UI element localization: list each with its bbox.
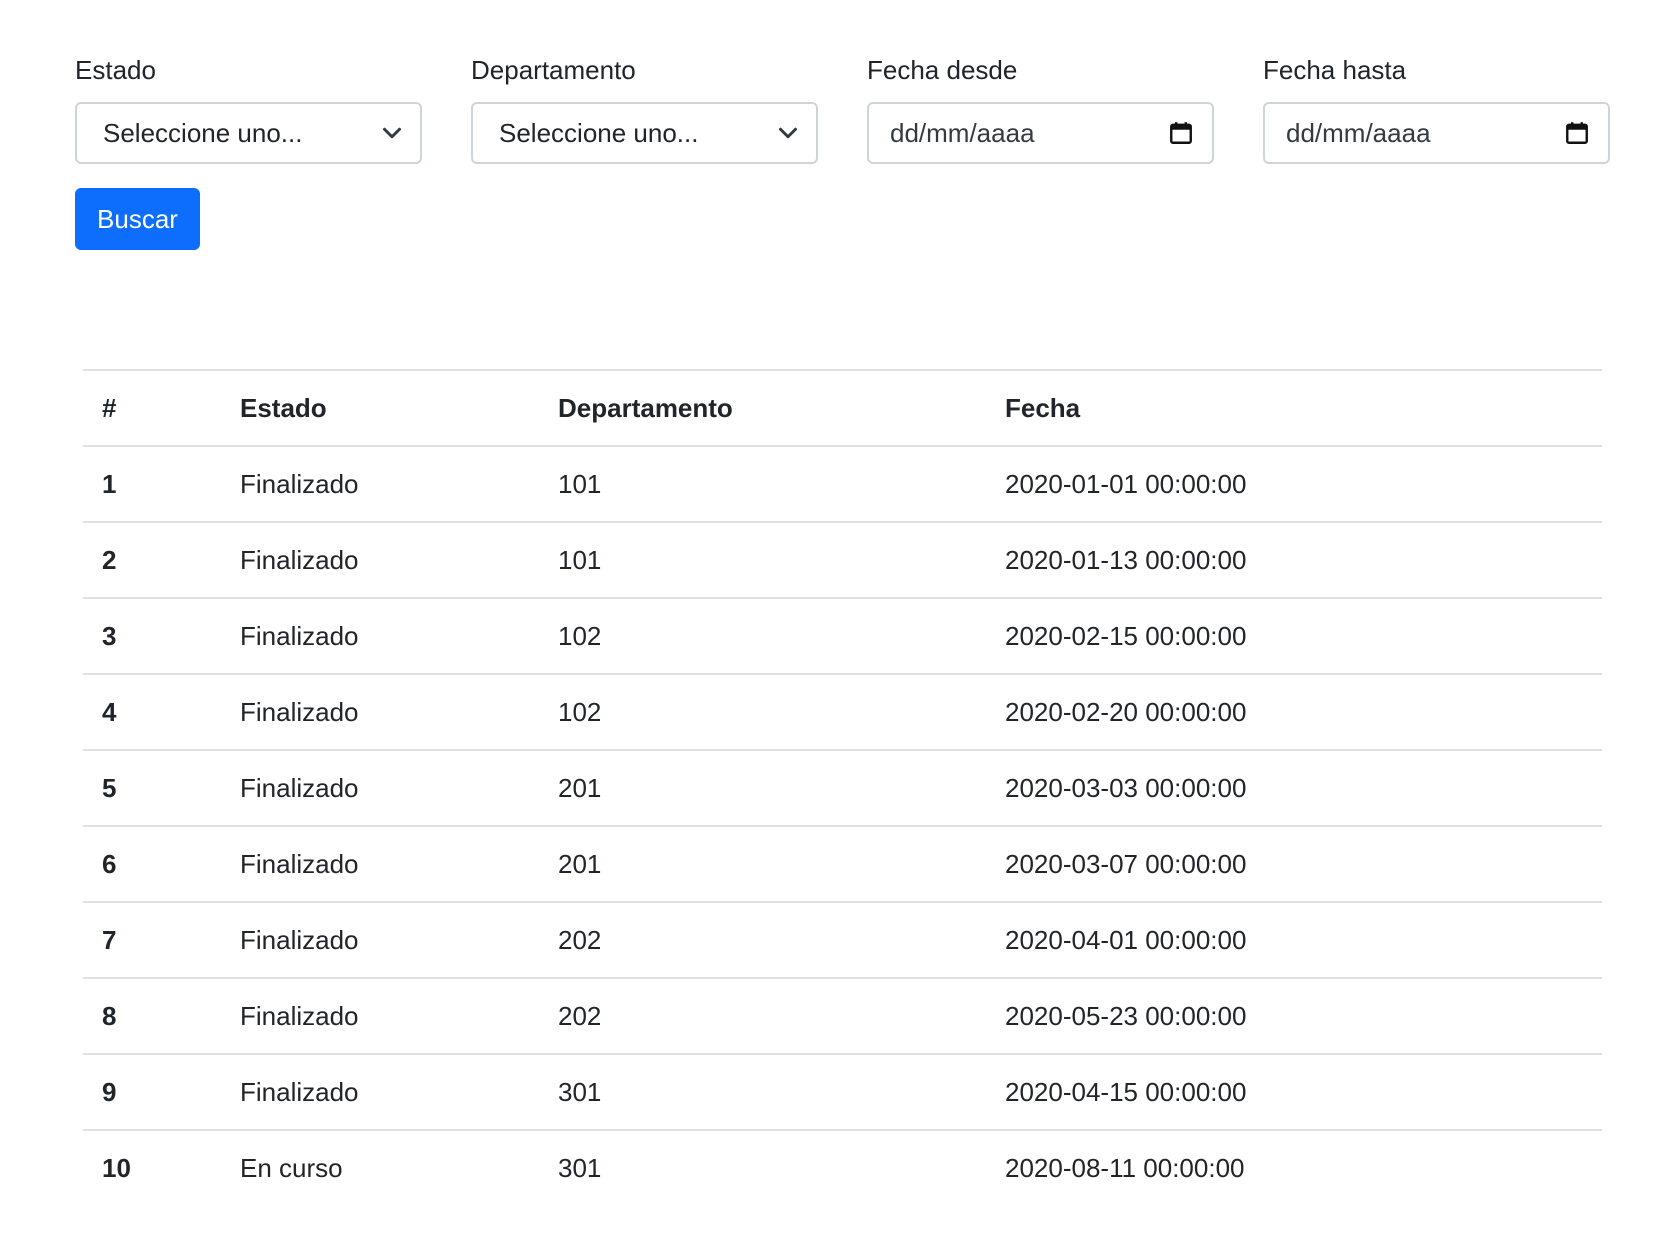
row-estado: Finalizado <box>221 978 539 1055</box>
row-departamento: 202 <box>539 978 986 1055</box>
row-departamento: 101 <box>539 522 986 599</box>
buscar-button[interactable]: Buscar <box>75 188 200 250</box>
row-estado: Finalizado <box>221 522 539 599</box>
header-estado: Estado <box>221 369 539 447</box>
row-departamento: 301 <box>539 1054 986 1131</box>
fecha-hasta-placeholder: dd/mm/aaaa <box>1286 117 1431 148</box>
header-number: # <box>83 369 221 447</box>
departamento-select-value: Seleccione uno... <box>499 117 699 148</box>
header-fecha: Fecha <box>986 369 1602 447</box>
filter-departamento: Departamento Seleccione uno... <box>471 50 818 164</box>
row-estado: Finalizado <box>221 902 539 979</box>
row-number: 8 <box>83 978 221 1055</box>
row-fecha: 2020-04-15 00:00:00 <box>986 1054 1602 1131</box>
calendar-icon[interactable] <box>1168 120 1194 146</box>
table-row: 6 Finalizado 201 2020-03-07 00:00:00 <box>83 826 1602 903</box>
chevron-down-icon <box>779 127 797 139</box>
row-estado: Finalizado <box>221 1054 539 1131</box>
row-fecha: 2020-02-20 00:00:00 <box>986 674 1602 751</box>
row-fecha: 2020-01-01 00:00:00 <box>986 446 1602 523</box>
table-row: 1 Finalizado 101 2020-01-01 00:00:00 <box>83 446 1602 523</box>
filter-fecha-desde: Fecha desde dd/mm/aaaa <box>867 50 1214 164</box>
row-number: 9 <box>83 1054 221 1131</box>
row-departamento: 102 <box>539 674 986 751</box>
row-fecha: 2020-05-23 00:00:00 <box>986 978 1602 1055</box>
row-fecha: 2020-03-03 00:00:00 <box>986 750 1602 827</box>
row-estado: Finalizado <box>221 446 539 523</box>
row-fecha: 2020-01-13 00:00:00 <box>986 522 1602 599</box>
row-number: 10 <box>102 1153 131 1183</box>
row-fecha: 2020-02-15 00:00:00 <box>986 598 1602 675</box>
row-departamento: 202 <box>539 902 986 979</box>
fecha-desde-placeholder: dd/mm/aaaa <box>890 117 1035 148</box>
row-fecha: 2020-03-07 00:00:00 <box>986 826 1602 903</box>
filter-bar: Estado Seleccione uno... Departamento Se… <box>75 50 1610 164</box>
filter-estado: Estado Seleccione uno... <box>75 50 422 164</box>
estado-select-value: Seleccione uno... <box>103 117 303 148</box>
fecha-hasta-label: Fecha hasta <box>1263 55 1407 85</box>
table-row: 8 Finalizado 202 2020-05-23 00:00:00 <box>83 978 1602 1055</box>
row-fecha: 2020-08-11 00:00:00 <box>1005 1153 1245 1183</box>
filter-fecha-hasta: Fecha hasta dd/mm/aaaa <box>1263 50 1610 164</box>
row-departamento: 201 <box>539 750 986 827</box>
row-number: 2 <box>83 522 221 599</box>
table-row: 5 Finalizado 201 2020-03-03 00:00:00 <box>83 750 1602 827</box>
chevron-down-icon <box>383 127 401 139</box>
departamento-select[interactable]: Seleccione uno... <box>471 102 818 164</box>
row-estado: Finalizado <box>221 674 539 751</box>
results-table: # Estado Departamento Fecha 1 Finalizado… <box>83 369 1602 1206</box>
table-header-row: # Estado Departamento Fecha <box>83 369 1602 447</box>
row-number: 5 <box>83 750 221 827</box>
row-number: 7 <box>83 902 221 979</box>
row-number: 6 <box>83 826 221 903</box>
row-departamento: 101 <box>539 446 986 523</box>
row-estado: Finalizado <box>221 598 539 675</box>
fecha-hasta-input[interactable]: dd/mm/aaaa <box>1263 102 1610 164</box>
row-number: 4 <box>83 674 221 751</box>
row-departamento: 201 <box>539 826 986 903</box>
row-number: 3 <box>83 598 221 675</box>
table-row: 10 En curso 301 2020-08-11 00:00:00 <box>83 1130 1602 1206</box>
table-row: 4 Finalizado 102 2020-02-20 00:00:00 <box>83 674 1602 751</box>
table-row: 3 Finalizado 102 2020-02-15 00:00:00 <box>83 598 1602 675</box>
row-estado: Finalizado <box>221 750 539 827</box>
estado-label: Estado <box>75 55 156 85</box>
table-row: 2 Finalizado 101 2020-01-13 00:00:00 <box>83 522 1602 599</box>
estado-select[interactable]: Seleccione uno... <box>75 102 422 164</box>
row-estado: Finalizado <box>221 826 539 903</box>
row-departamento: 301 <box>558 1153 602 1183</box>
table-row: 9 Finalizado 301 2020-04-15 00:00:00 <box>83 1054 1602 1131</box>
row-number: 1 <box>83 446 221 523</box>
departamento-label: Departamento <box>471 55 636 85</box>
calendar-icon[interactable] <box>1564 120 1590 146</box>
row-estado: En curso <box>240 1153 343 1183</box>
fecha-desde-label: Fecha desde <box>867 55 1018 85</box>
header-departamento: Departamento <box>539 369 986 447</box>
table-row: 7 Finalizado 202 2020-04-01 00:00:00 <box>83 902 1602 979</box>
row-departamento: 102 <box>539 598 986 675</box>
fecha-desde-input[interactable]: dd/mm/aaaa <box>867 102 1214 164</box>
row-fecha: 2020-04-01 00:00:00 <box>986 902 1602 979</box>
